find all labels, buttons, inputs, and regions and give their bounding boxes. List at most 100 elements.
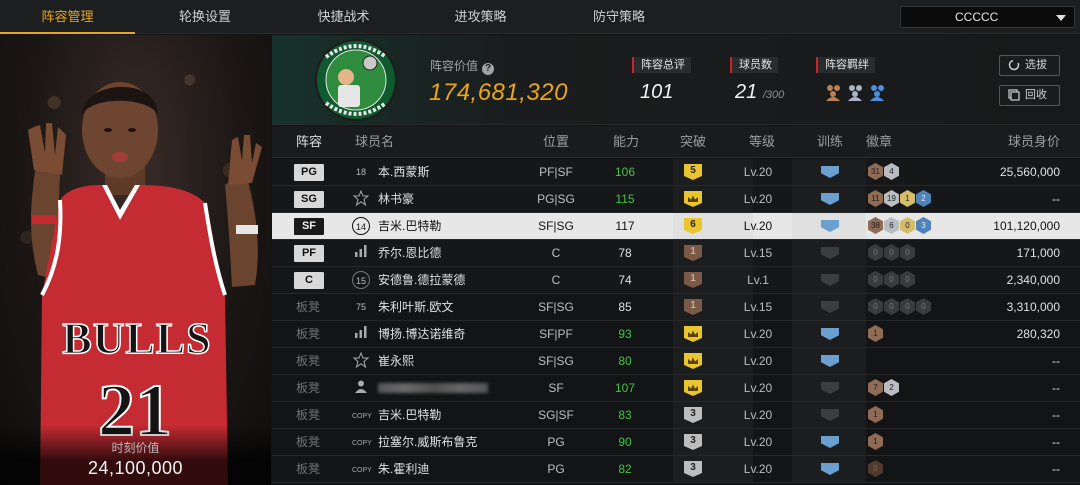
badge-hex-icon[interactable]: 4 — [884, 163, 899, 180]
table-row[interactable]: 板凳 博扬.博达诺维奇 SF|PF 93 Lv.20 1 280,320 — [272, 321, 1080, 348]
player-ability: 107 — [614, 381, 636, 395]
player-value: -- — [1052, 408, 1060, 422]
player-name[interactable]: 朱利叶斯.欧文 — [378, 294, 453, 320]
player-name[interactable]: 拉塞尔.威斯布鲁克 — [378, 429, 477, 455]
badge-hex-icon[interactable]: 6 — [884, 217, 899, 234]
player-name[interactable]: 吉米.巴特勒 — [378, 213, 441, 239]
table-row[interactable]: C 15 安德鲁.德拉蒙德 C 74 1 Lv.1 0 0 0 2,340,000 — [272, 267, 1080, 294]
player-card[interactable]: BULLS 21 时刻价值 24,100,000 — [0, 35, 271, 485]
badge-hex-icon[interactable]: 1 — [900, 190, 915, 207]
col-position[interactable]: 位置 — [543, 126, 569, 158]
table-row[interactable]: 板凳 COPY 吉米.巴特勒 SG|SF 83 3 Lv.20 1 -- — [272, 402, 1080, 429]
team-select-value: CCCCC — [955, 10, 999, 24]
player-ability: 74 — [618, 273, 632, 287]
player-name[interactable]: 乔尔.恩比德 — [378, 240, 441, 266]
tab-quick-tactics[interactable]: 快捷战术 — [275, 0, 412, 34]
badge-hex-icon[interactable]: 2 — [884, 379, 899, 396]
bench-label: 板凳 — [296, 354, 321, 368]
badge-hex-icon[interactable]: 0 — [884, 271, 899, 288]
player-ability: 78 — [618, 246, 632, 260]
badge-hex-icon[interactable]: 0 — [916, 298, 931, 315]
player-position: SF — [548, 381, 564, 395]
chevron-down-icon — [1056, 15, 1066, 21]
player-position: PF|SF — [539, 165, 573, 179]
badge-hex-icon[interactable]: 1 — [868, 406, 883, 423]
player-value: -- — [1052, 435, 1060, 449]
col-player-name[interactable]: 球员名 — [355, 126, 394, 158]
table-row[interactable]: PF 乔尔.恩比德 C 78 1 Lv.15 0 0 0 171,000 — [272, 240, 1080, 267]
badge-hex-icon[interactable]: 0 — [900, 271, 915, 288]
team-value-label: 阵容价值? — [430, 57, 495, 75]
badge-hex-icon[interactable]: 3 — [916, 217, 931, 234]
badge-list: 11 19 1 2 — [868, 190, 932, 208]
moment-value: 24,100,000 — [87, 458, 184, 478]
help-icon[interactable]: ? — [482, 63, 495, 75]
player-position: PG|SG — [537, 192, 575, 206]
pick-button[interactable]: 选拔 — [999, 55, 1060, 76]
badge-list: 0 — [868, 460, 884, 478]
jersey-number: 18 — [355, 167, 366, 177]
table-row[interactable]: 板凳 COPY 朱.霍利迪 PG 82 3 Lv.20 0 -- — [272, 456, 1080, 483]
col-level[interactable]: 等级 — [749, 126, 775, 158]
player-level: Lv.20 — [743, 435, 773, 449]
player-name[interactable]: 博扬.博达诺维奇 — [378, 321, 465, 347]
table-row[interactable]: 板凳 SF 107 Lv.20 7 2 -- — [272, 375, 1080, 402]
col-lineup[interactable]: 阵容 — [296, 126, 322, 158]
badge-hex-icon[interactable]: 1 — [868, 433, 883, 450]
player-level: Lv.20 — [743, 462, 773, 476]
badge-hex-icon[interactable]: 0 — [868, 298, 883, 315]
badge-hex-icon[interactable]: 31 — [868, 163, 883, 180]
badge-hex-icon[interactable]: 0 — [900, 217, 915, 234]
player-position: SF|SG — [538, 354, 574, 368]
table-row[interactable]: 板凳 75 朱利叶斯.欧文 SF|SG 85 1 Lv.15 0 0 0 0 3,310,000 — [272, 294, 1080, 321]
tab-offense[interactable]: 进攻策略 — [412, 0, 549, 34]
badge-hex-icon[interactable]: 0 — [868, 244, 883, 261]
badge-hex-icon[interactable]: 0 — [900, 244, 915, 261]
tab-lineup[interactable]: 阵容管理 — [0, 0, 135, 34]
player-name[interactable]: 本.西蒙斯 — [378, 159, 429, 185]
table-row[interactable]: SF 14 吉米.巴特勒 SF|SG 117 6 Lv.20 38 6 0 3 101,120,000 — [272, 213, 1080, 240]
col-player-value[interactable]: 球员身价 — [1008, 126, 1060, 158]
col-breakthrough[interactable]: 突破 — [680, 126, 706, 158]
recycle-button[interactable]: 回收 — [999, 85, 1060, 106]
badge-hex-icon[interactable]: 1 — [868, 325, 883, 342]
lineup-slot-badge: SF — [294, 218, 324, 235]
player-value: 3,310,000 — [1006, 300, 1060, 314]
tab-defense[interactable]: 防守策略 — [549, 0, 689, 34]
col-training[interactable]: 训练 — [817, 126, 843, 158]
player-position: PG — [547, 435, 565, 449]
table-row[interactable]: 板凳 COPY 拉塞尔.威斯布鲁克 PG 90 3 Lv.20 1 -- — [272, 429, 1080, 456]
player-name[interactable]: 朱.霍利迪 — [378, 456, 429, 482]
chemistry-group-icon — [826, 85, 840, 101]
jersey-team-word: BULLS — [62, 314, 211, 363]
badge-hex-icon[interactable]: 0 — [884, 244, 899, 261]
lineup-slot-badge: SG — [294, 191, 324, 208]
badge-hex-icon[interactable]: 0 — [868, 271, 883, 288]
copy-card-tag: COPY — [352, 460, 372, 478]
badge-hex-icon[interactable]: 2 — [916, 190, 931, 207]
badge-hex-icon[interactable]: 0 — [868, 460, 883, 477]
player-level: Lv.20 — [743, 327, 773, 341]
team-select[interactable]: CCCCC — [900, 6, 1075, 28]
col-badges[interactable]: 徽章 — [866, 126, 892, 158]
player-count-label: 球员数 — [730, 57, 778, 73]
table-row[interactable]: SG 林书豪 PG|SG 115 Lv.20 11 19 1 2 -- — [272, 186, 1080, 213]
player-name[interactable]: 安德鲁.德拉蒙德 — [378, 267, 465, 293]
badge-hex-icon[interactable]: 0 — [884, 298, 899, 315]
chemistry-icons[interactable] — [824, 83, 888, 101]
table-row[interactable]: PG 18 本.西蒙斯 PF|SF 106 5 Lv.20 31 4 25,560,000 — [272, 159, 1080, 186]
stats-bars-icon — [352, 325, 370, 343]
overall-label: 阵容总评 — [632, 57, 691, 73]
player-name[interactable]: 吉米.巴特勒 — [378, 402, 441, 428]
badge-hex-icon[interactable]: 11 — [868, 190, 883, 207]
col-ability[interactable]: 能力 — [613, 126, 639, 158]
badge-hex-icon[interactable]: 7 — [868, 379, 883, 396]
badge-list: 38 6 0 3 — [868, 217, 932, 235]
badge-hex-icon[interactable]: 38 — [868, 217, 883, 234]
badge-hex-icon[interactable]: 0 — [900, 298, 915, 315]
player-name[interactable]: 崔永熙 — [378, 348, 414, 374]
table-row[interactable]: 板凳 崔永熙 SF|SG 80 Lv.20 -- — [272, 348, 1080, 375]
badge-hex-icon[interactable]: 19 — [884, 190, 899, 207]
player-name[interactable]: 林书豪 — [378, 186, 414, 212]
tab-rotation[interactable]: 轮换设置 — [135, 0, 275, 34]
